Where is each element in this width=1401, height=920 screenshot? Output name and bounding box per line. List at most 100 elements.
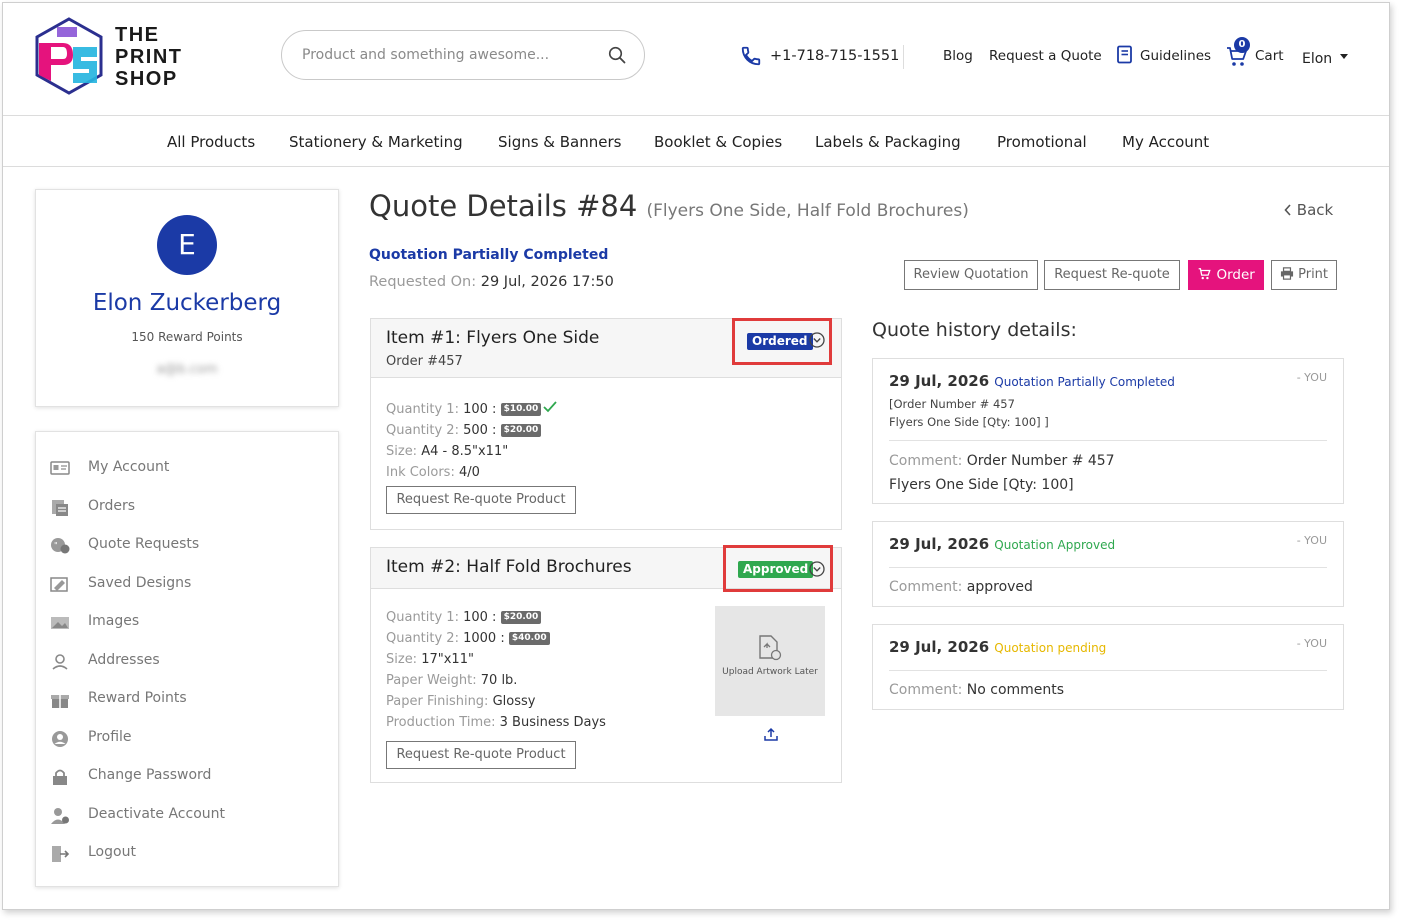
blog-link[interactable]: Blog xyxy=(943,48,973,64)
order-button[interactable]: Order xyxy=(1188,260,1264,290)
nav-booklet-copies[interactable]: Booklet & Copies xyxy=(654,133,782,151)
logout-icon xyxy=(52,846,70,862)
print-icon xyxy=(1280,267,1294,280)
logo[interactable]: THE PRINT SHOP xyxy=(33,17,193,97)
caret-down-icon xyxy=(1340,54,1348,59)
upload-icon[interactable] xyxy=(764,727,778,741)
spec-value: 500 : xyxy=(463,423,497,438)
cart-link[interactable]: 0 Cart xyxy=(1225,37,1287,69)
spec-label: Size: xyxy=(386,652,418,667)
id-card-icon xyxy=(50,461,70,475)
sidebar-label: Saved Designs xyxy=(88,575,192,591)
price-badge: $40.00 xyxy=(508,632,550,645)
spec-label: Quantity 2: xyxy=(386,631,459,646)
gift-icon xyxy=(51,695,69,708)
approved-highlight xyxy=(723,545,833,592)
header-divider xyxy=(903,45,904,69)
logo-line-2: PRINT xyxy=(115,46,183,68)
user-name: Elon xyxy=(1302,51,1333,67)
page-title: Quote Details #84 xyxy=(369,189,638,223)
item-specs: Quantity 1: 100 : $10.00 Quantity 2: 500… xyxy=(386,399,557,483)
item-title: Item #1: Flyers One Side xyxy=(386,328,600,348)
back-link[interactable]: Back xyxy=(1284,201,1333,219)
history-status: Quotation Partially Completed xyxy=(994,375,1175,389)
price-badge: $10.00 xyxy=(500,403,542,416)
item-specs: Quantity 1: 100 : $20.00 Quantity 2: 100… xyxy=(386,607,606,733)
page-frame: THE PRINT SHOP +1-718-715-1551 Blog Requ… xyxy=(2,2,1390,910)
spec-value: A4 - 8.5"x11" xyxy=(421,444,509,459)
reward-points-text: 150 Reward Points xyxy=(131,330,243,344)
nav-stationery-marketing[interactable]: Stationery & Marketing xyxy=(289,133,463,151)
book-icon xyxy=(1117,45,1132,64)
spec-label: Paper Finishing: xyxy=(386,694,489,709)
avatar: E xyxy=(157,215,217,275)
requested-on: Requested On: 29 Jul, 2026 17:50 xyxy=(369,274,614,290)
history-comment: Comment: Order Number # 457 xyxy=(889,453,1115,469)
request-requote-product-button[interactable]: Request Re-quote Product xyxy=(386,741,576,769)
comment-text: No comments xyxy=(966,682,1065,698)
history-title: Quote history details: xyxy=(872,319,1077,341)
item-title: Item #2: Half Fold Brochures xyxy=(386,557,632,577)
spec-value: 70 lb. xyxy=(480,673,518,688)
request-quote-link[interactable]: Request a Quote xyxy=(989,48,1102,64)
cart-icon xyxy=(1198,268,1211,280)
history-date: 29 Jul, 2026 xyxy=(889,372,990,390)
phone-number: +1-718-715-1551 xyxy=(770,48,900,64)
history-date: 29 Jul, 2026 xyxy=(889,535,990,553)
nav-all-products[interactable]: All Products xyxy=(167,133,255,151)
spec-value: 3 Business Days xyxy=(499,715,606,730)
spec-value: 100 : xyxy=(463,610,497,625)
nav-labels-packaging[interactable]: Labels & Packaging xyxy=(815,133,961,151)
history-entry-header: 29 Jul, 2026 Quotation Approved xyxy=(889,534,1115,553)
quote-status: Quotation Partially Completed xyxy=(369,247,609,263)
cart-count-badge: 0 xyxy=(1234,37,1250,53)
sidebar-label: Change Password xyxy=(88,767,212,783)
request-requote-button[interactable]: Request Re-quote xyxy=(1044,260,1180,290)
history-status: Quotation Approved xyxy=(994,538,1116,552)
back-label: Back xyxy=(1296,201,1334,219)
sidebar-label: Logout xyxy=(88,844,136,860)
history-entry-header: 29 Jul, 2026 Quotation Partially Complet… xyxy=(889,371,1175,390)
profile-icon xyxy=(52,731,68,747)
history-note-line1: [Order Number # 457 xyxy=(889,397,1015,411)
history-comment-line2: Flyers One Side [Qty: 100] xyxy=(889,477,1074,493)
nav-promotional[interactable]: Promotional xyxy=(997,133,1087,151)
history-divider xyxy=(889,670,1327,671)
user-menu[interactable]: Elon xyxy=(1302,48,1350,68)
history-author: - YOU xyxy=(1296,534,1327,547)
spec-value: 1000 : xyxy=(463,631,505,646)
blurred-email: a@b.com xyxy=(156,362,218,377)
orders-icon xyxy=(52,500,68,516)
comment-text: approved xyxy=(966,579,1033,595)
history-divider xyxy=(889,567,1327,568)
search-input[interactable] xyxy=(302,44,592,66)
image-icon xyxy=(51,617,69,629)
sidebar-label: Reward Points xyxy=(88,690,187,706)
search-icon[interactable] xyxy=(608,46,626,64)
address-icon xyxy=(52,654,68,670)
spec-label: Quantity 1: xyxy=(386,402,459,417)
spec-value: Glossy xyxy=(492,694,536,709)
header-divider-line xyxy=(3,115,1389,116)
request-requote-product-button[interactable]: Request Re-quote Product xyxy=(386,486,576,514)
spec-label: Size: xyxy=(386,444,418,459)
history-comment: Comment: approved xyxy=(889,579,1033,595)
history-author: - YOU xyxy=(1296,637,1327,650)
nav-my-account[interactable]: My Account xyxy=(1122,133,1209,151)
requested-on-value: 29 Jul, 2026 17:50 xyxy=(480,274,614,290)
sidebar-label: My Account xyxy=(88,459,170,475)
spec-value: 4/0 xyxy=(458,465,480,480)
review-quotation-button[interactable]: Review Quotation xyxy=(904,260,1038,290)
nav-signs-banners[interactable]: Signs & Banners xyxy=(498,133,621,151)
nav-divider-line xyxy=(3,166,1389,167)
guidelines-link[interactable]: Guidelines xyxy=(1116,45,1211,67)
chevron-left-icon xyxy=(1284,204,1291,216)
order-label: Order xyxy=(1216,267,1255,283)
print-button[interactable]: Print xyxy=(1271,260,1337,290)
upload-artwork-later-box[interactable]: Upload Artwork Later xyxy=(715,606,825,716)
history-author: - YOU xyxy=(1296,371,1327,384)
spec-label: Quantity 2: xyxy=(386,423,459,438)
price-badge: $20.00 xyxy=(500,611,542,624)
page-title-row: Quote Details #84 (Flyers One Side, Half… xyxy=(369,189,969,223)
comment-text: Order Number # 457 xyxy=(966,453,1115,469)
